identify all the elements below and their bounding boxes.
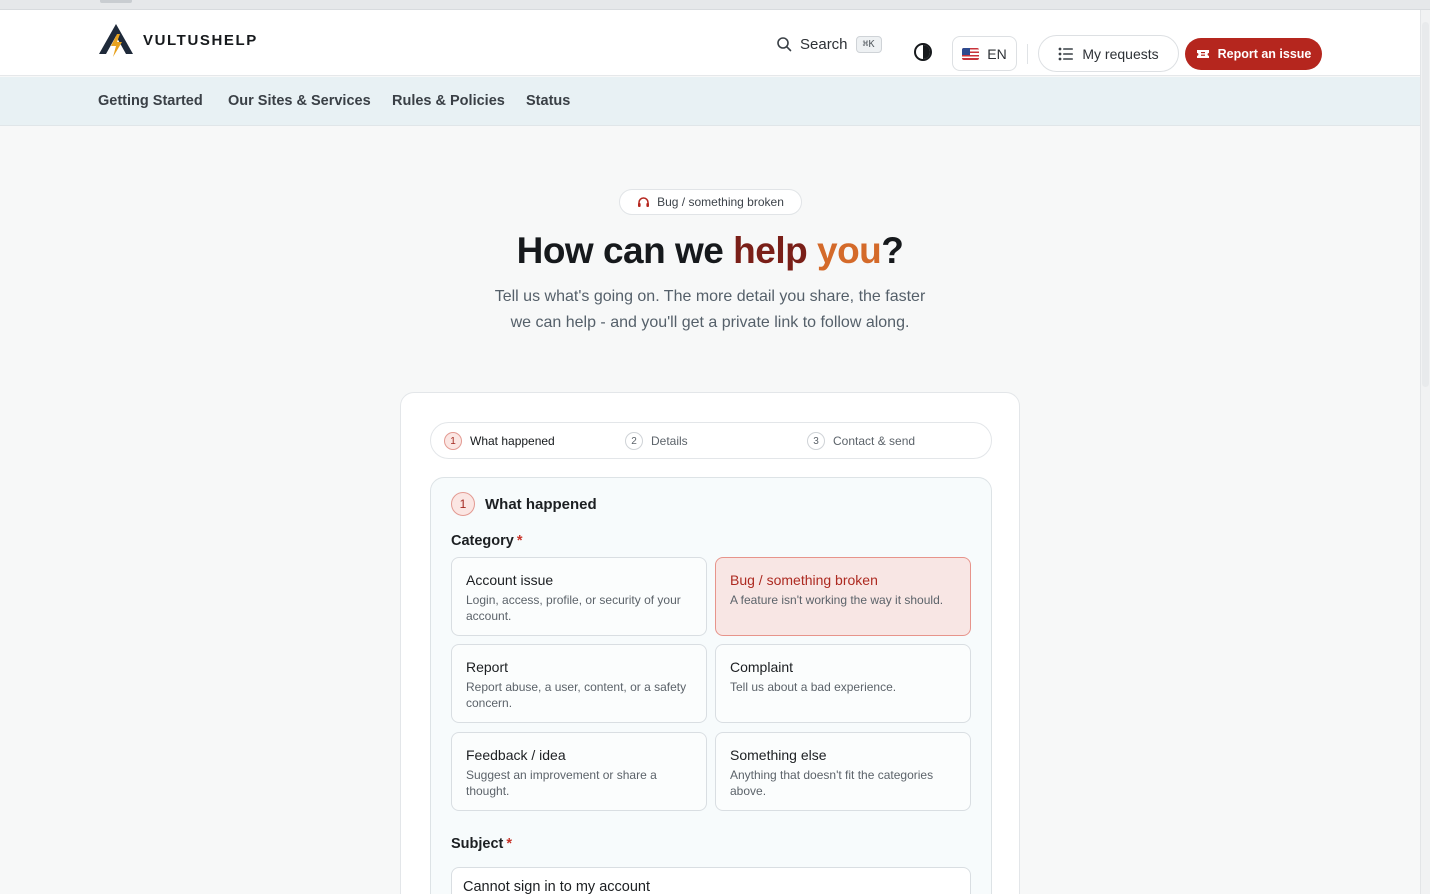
- search-icon: [777, 37, 792, 52]
- browser-tab-stub: [100, 0, 132, 3]
- report-issue-label: Report an issue: [1217, 47, 1312, 61]
- step-number: 1: [444, 432, 462, 450]
- what-happened-panel: 1 What happened Category * Account issue …: [430, 477, 992, 894]
- top-header: VULTUSHELP Search ⌘K EN My requests Repo…: [0, 10, 1420, 76]
- contrast-toggle-icon: [914, 43, 932, 61]
- page-subtitle: Tell us what's going on. The more detail…: [494, 288, 926, 331]
- category-badge: Bug / something broken: [619, 189, 802, 215]
- required-mark: *: [506, 836, 513, 852]
- scrollbar-thumb[interactable]: [1422, 22, 1429, 387]
- category-title: Feedback / idea: [466, 747, 566, 763]
- page-scrollbar[interactable]: [1420, 10, 1430, 894]
- category-description: A feature isn't working the way it shoul…: [730, 593, 944, 607]
- brand-logo[interactable]: VULTUSHELP: [97, 22, 258, 58]
- search-button[interactable]: Search ⌘K: [776, 32, 882, 56]
- category-title: Bug / something broken: [730, 572, 878, 588]
- my-requests-label: My requests: [1082, 45, 1159, 62]
- list-icon: [1058, 47, 1074, 60]
- us-flag-icon: [962, 47, 980, 60]
- theme-toggle-button[interactable]: [913, 42, 933, 62]
- step-details[interactable]: 2 Details: [625, 432, 688, 450]
- step-label: Contact & send: [833, 434, 916, 448]
- nav-item-status[interactable]: Status: [526, 93, 570, 109]
- category-label: Category *: [451, 533, 523, 549]
- category-option-bug[interactable]: Bug / something broken A feature isn't w…: [715, 557, 971, 636]
- search-label: Search: [800, 35, 848, 53]
- category-title: Report: [466, 659, 509, 675]
- category-description: Tell us about a bad experience.: [730, 680, 897, 694]
- title-part-1: How can we: [516, 230, 734, 271]
- title-part-help: help: [733, 230, 808, 271]
- title-part-space: [807, 230, 817, 271]
- my-requests-button[interactable]: My requests: [1038, 35, 1179, 72]
- step-contact-send[interactable]: 3 Contact & send: [807, 432, 915, 450]
- category-description: Suggest an improvement or share a though…: [466, 768, 657, 798]
- brand-name: VULTUSHELP: [143, 31, 258, 49]
- category-description: Anything that doesn't fit the categories…: [730, 768, 934, 798]
- headset-icon: [638, 196, 650, 207]
- step-what-happened[interactable]: 1 What happened: [444, 432, 555, 450]
- panel-step-number: 1: [451, 492, 475, 516]
- panel-title: What happened: [485, 495, 597, 513]
- category-description: Login, access, profile, or security of y…: [466, 593, 681, 623]
- category-title: Complaint: [730, 659, 794, 675]
- step-label: Details: [651, 434, 688, 448]
- subject-input[interactable]: [451, 867, 971, 894]
- nav-item-getting-started[interactable]: Getting Started: [98, 93, 203, 109]
- header-divider: [1027, 44, 1028, 64]
- required-mark: *: [516, 533, 523, 549]
- step-number: 3: [807, 432, 825, 450]
- category-option-account-issue[interactable]: Account issue Login, access, profile, or…: [451, 557, 707, 636]
- report-issue-button[interactable]: Report an issue: [1185, 38, 1322, 70]
- step-label: What happened: [470, 434, 555, 448]
- form-stepper: 1 What happened 2 Details 3 Contact & se…: [430, 422, 992, 459]
- nav-item-rules-policies[interactable]: Rules & Policies: [392, 93, 505, 109]
- category-option-complaint[interactable]: Complaint Tell us about a bad experience…: [715, 644, 971, 723]
- language-label: EN: [987, 45, 1007, 62]
- language-selector[interactable]: EN: [952, 36, 1017, 71]
- request-form-card: 1 What happened 2 Details 3 Contact & se…: [400, 392, 1020, 894]
- bolt-mountain-logo-icon: [99, 24, 133, 57]
- search-shortcut: ⌘K: [855, 35, 882, 53]
- browser-chrome: [0, 0, 1430, 10]
- nav-item-sites-services[interactable]: Our Sites & Services: [228, 93, 371, 109]
- title-part-question: ?: [881, 230, 904, 271]
- step-number: 2: [625, 432, 643, 450]
- category-option-something-else[interactable]: Something else Anything that doesn't fit…: [715, 732, 971, 811]
- page-title: How can we help you?: [0, 230, 1420, 272]
- subject-label-text: Subject: [451, 836, 504, 852]
- category-badge-label: Bug / something broken: [657, 195, 784, 209]
- subject-label: Subject *: [451, 836, 512, 852]
- main-nav: Getting Started Our Sites & Services Rul…: [0, 77, 1420, 126]
- category-label-text: Category: [451, 533, 514, 549]
- ticket-icon: [1196, 50, 1209, 58]
- title-part-you: you: [817, 230, 882, 271]
- panel-header: 1 What happened: [451, 492, 597, 516]
- category-title: Something else: [730, 747, 827, 763]
- category-option-feedback[interactable]: Feedback / idea Suggest an improvement o…: [451, 732, 707, 811]
- category-title: Account issue: [466, 572, 554, 588]
- category-option-report[interactable]: Report Report abuse, a user, content, or…: [451, 644, 707, 723]
- category-description: Report abuse, a user, content, or a safe…: [466, 680, 687, 710]
